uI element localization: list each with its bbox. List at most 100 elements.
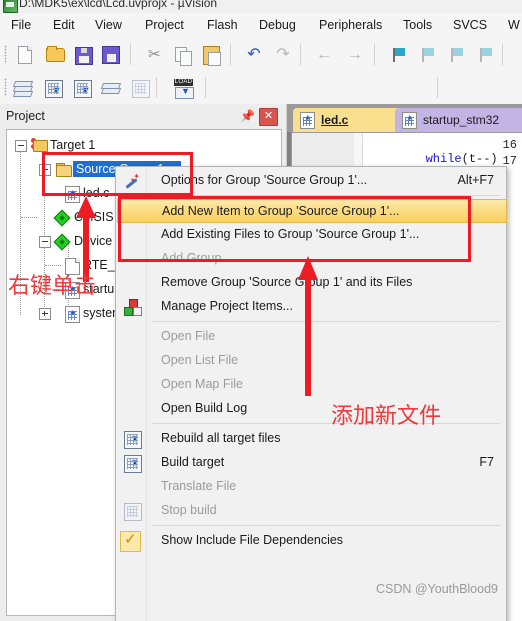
redo-button[interactable]: ↷ [272,44,294,66]
close-x-icon[interactable]: ✕ [259,108,278,126]
tab-startup-stm32[interactable]: ✦ startup_stm32 [395,108,522,132]
bookmark-next-icon [448,47,464,63]
layers-icon [100,81,122,95]
paste-icon [203,46,221,66]
menu-open-build-log[interactable]: Open Build Log [117,397,505,421]
line-number: 16 [502,138,517,152]
menu-project[interactable]: Project [142,17,187,33]
menu-bar: File Edit View Project Flash Debug Perip… [0,13,522,39]
build-toolbar: ▼ ▼ LOAD Target 1 ✦ ✦ [0,71,522,175]
menu-flash[interactable]: Flash [204,17,241,33]
menu-rebuild-all[interactable]: ▼ Rebuild all target files [117,427,505,451]
menu-svcs[interactable]: SVCS [450,17,490,33]
menu-window[interactable]: W [505,17,522,33]
menu-item-label: Rebuild all target files [161,431,281,445]
navigate-back-button[interactable]: ← [313,44,335,66]
toolbar-separator [437,77,438,98]
menu-view[interactable]: View [92,17,125,33]
menu-item-label: Manage Project Items... [161,299,294,313]
menu-item-label: Build target [161,455,225,469]
save-all-button[interactable] [100,44,122,66]
stop-build-icon [123,502,142,521]
menu-separator [152,423,500,424]
menu-debug[interactable]: Debug [256,17,299,33]
uvision-icon [3,0,18,13]
new-document-icon [18,46,32,64]
open-folder-icon [46,46,65,62]
rebuild-grid-icon: ▼ [123,430,142,449]
prev-bookmark-button[interactable] [416,44,438,66]
rgb-cubes-icon [123,298,142,316]
checkbox-checked-icon[interactable] [120,530,141,552]
toolbar-grip[interactable] [4,78,7,97]
new-file-button[interactable] [14,44,36,66]
arrow-right-icon: → [347,46,363,63]
menu-item-label: Open Map File [161,377,243,391]
save-all-icon [102,46,120,64]
pin-icon[interactable]: 📌 [240,109,255,124]
tree-expander-minus-icon[interactable] [15,140,27,152]
stop-build-button[interactable] [129,77,151,99]
menu-tools[interactable]: Tools [400,17,435,33]
annotation-box-add-new-item [118,196,471,262]
undo-button[interactable]: ↶ [243,44,265,66]
download-button[interactable]: LOAD [172,77,194,99]
green-diamond-icon [53,209,71,227]
menu-peripherals[interactable]: Peripherals [316,17,385,33]
menu-build-target[interactable]: ▼ Build target F7 [117,451,505,475]
toolbar-grip[interactable] [4,45,7,64]
menu-item-label: Open List File [161,353,239,367]
tab-label: led.c [321,113,349,127]
annotation-box-source-group [42,152,193,196]
menu-item-label: Open File [161,329,216,343]
editor-tabstrip: ✦ led.c ✦ startup_stm32 [287,104,522,132]
toolbar-separator [230,44,231,65]
annotation-right-click-label: 右键单击 [8,274,97,299]
redo-arrow-icon: ↷ [276,46,290,63]
bookmark-prev-icon [419,47,435,63]
save-button[interactable] [72,44,94,66]
green-diamond-icon [53,233,71,251]
clear-bookmarks-button[interactable] [474,44,496,66]
tree-expander-minus-icon[interactable] [39,236,51,248]
menu-item-label: Stop build [161,503,217,517]
next-bookmark-button[interactable] [445,44,467,66]
panel-title: Project [6,109,45,123]
bookmark-clear-icon [477,47,493,63]
toggle-bookmark-button[interactable] [387,44,409,66]
tree-expander-plus-icon[interactable] [39,308,51,320]
menu-file[interactable]: File [8,17,34,33]
cut-button[interactable]: ✂ [143,44,165,66]
arrow-left-icon: ← [316,46,332,63]
stop-build-icon [132,80,150,98]
toolbar-separator [130,44,131,65]
menu-translate-file: Translate File [117,475,505,499]
translate-file-button[interactable] [12,77,34,99]
standard-toolbar: ✂ ↶ ↷ ← → [0,38,522,72]
c-file-icon: ✦ [300,112,315,129]
c-file-icon: ✦ [65,306,80,323]
batch-build-button[interactable] [100,77,122,99]
stack-icon [12,81,34,97]
navigate-forward-button[interactable]: → [344,44,366,66]
menu-item-label: Show Include File Dependencies [161,533,344,547]
annotation-arrow-up-center [298,256,318,396]
annotation-add-new-file-label: 添加新文件 [331,404,442,429]
copy-button[interactable] [172,44,194,66]
load-flash-icon: LOAD [174,79,194,99]
watermark-text: CSDN @YouthBlood9 [375,582,498,596]
build-grid-icon: ▼ [45,80,63,98]
open-file-button[interactable] [44,44,66,66]
uvision-window: D:\MDK5\ex\lcd\Lcd.uvprojx - µVision Fil… [0,0,522,621]
menu-edit[interactable]: Edit [50,17,78,33]
build-target-button[interactable]: ▼ [42,77,64,99]
menu-separator [152,525,500,526]
menu-stop-build: Stop build [117,499,505,523]
copy-icon [175,47,192,66]
menu-show-include-deps[interactable]: Show Include File Dependencies [117,529,505,553]
paste-button[interactable] [200,44,222,66]
toolbar-separator [300,44,301,65]
title-bar: D:\MDK5\ex\lcd\Lcd.uvprojx - µVision [0,0,522,13]
asm-file-icon: ✦ [402,112,417,129]
rebuild-all-button[interactable]: ▼ [71,77,93,99]
